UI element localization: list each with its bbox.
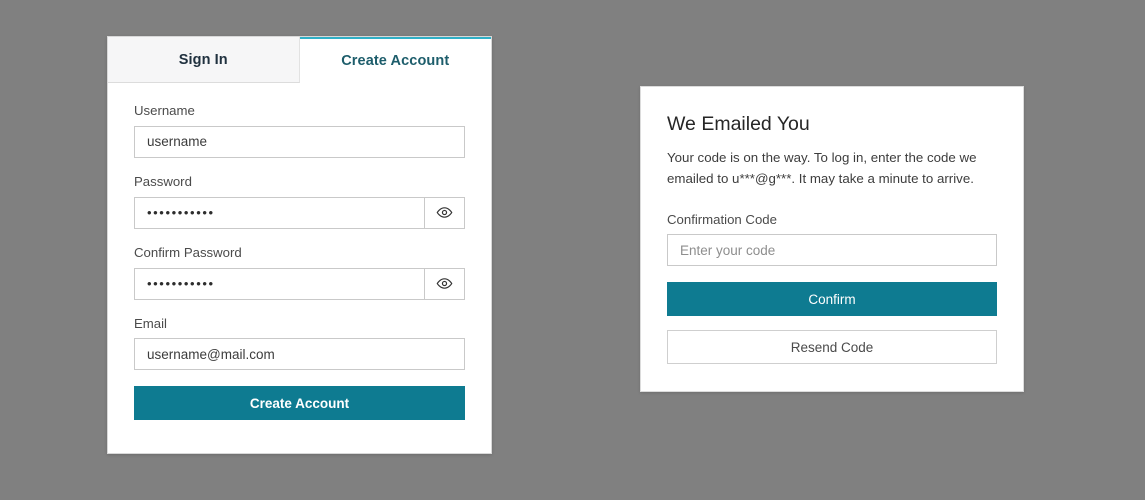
confirm-button[interactable]: Confirm — [667, 282, 997, 317]
eye-icon — [436, 204, 453, 221]
email-input-shell: username@mail.com — [134, 338, 465, 371]
confirm-button-label: Confirm — [808, 291, 856, 307]
username-input[interactable]: username — [134, 125, 465, 158]
confirmation-code-label: Confirmation Code — [667, 211, 777, 227]
username-label: Username — [134, 103, 195, 118]
confirm-password-input-shell: ••••••••••• — [134, 267, 465, 300]
auth-tab-strip: Sign In Create Account — [108, 37, 491, 83]
confirm-password-masked-value: ••••••••••• — [147, 276, 215, 292]
username-input-shell: username — [134, 125, 465, 158]
confirm-password-reveal-button[interactable] — [425, 267, 465, 300]
button-spacer — [667, 316, 997, 330]
field-confirmation-code: Confirmation Code Enter your code — [667, 212, 997, 267]
resend-code-label: Resend Code — [790, 339, 874, 355]
confirm-password-input[interactable]: ••••••••••• — [134, 267, 425, 300]
confirmation-code-input-shell: Enter your code — [667, 234, 997, 267]
field-username: Username username — [134, 103, 465, 158]
confirmation-code-input[interactable]: Enter your code — [667, 234, 997, 267]
field-email: Email username@mail.com — [134, 316, 465, 371]
email-confirmation-card: We Emailed You Your code is on the way. … — [640, 86, 1024, 392]
confirmation-body-text: Your code is on the way. To log in, ente… — [667, 150, 977, 186]
tab-sign-in[interactable]: Sign In — [108, 37, 300, 83]
tab-create-account-label: Create Account — [341, 53, 450, 69]
email-input[interactable]: username@mail.com — [134, 338, 465, 371]
password-input-shell: ••••••••••• — [134, 196, 465, 229]
field-confirm-password: Confirm Password ••••••••••• — [134, 245, 465, 300]
create-account-submit-button[interactable]: Create Account — [134, 386, 465, 421]
auth-card: Sign In Create Account Username username… — [107, 36, 492, 454]
email-label: Email — [134, 315, 167, 331]
resend-code-button[interactable]: Resend Code — [667, 330, 997, 365]
confirmation-heading: We Emailed You — [667, 113, 810, 135]
password-reveal-button[interactable] — [425, 196, 465, 229]
tab-create-account[interactable]: Create Account — [299, 37, 491, 83]
field-password: Password ••••••••••• — [134, 174, 465, 229]
tab-sign-in-label: Sign In — [178, 51, 228, 68]
create-account-form: Username username Password ••••••••••• C… — [108, 83, 491, 421]
confirm-password-label: Confirm Password — [134, 244, 242, 260]
password-label: Password — [134, 173, 192, 189]
password-input[interactable]: ••••••••••• — [134, 196, 425, 229]
eye-icon — [436, 275, 453, 292]
password-masked-value: ••••••••••• — [147, 205, 215, 221]
create-account-submit-label: Create Account — [249, 395, 350, 411]
